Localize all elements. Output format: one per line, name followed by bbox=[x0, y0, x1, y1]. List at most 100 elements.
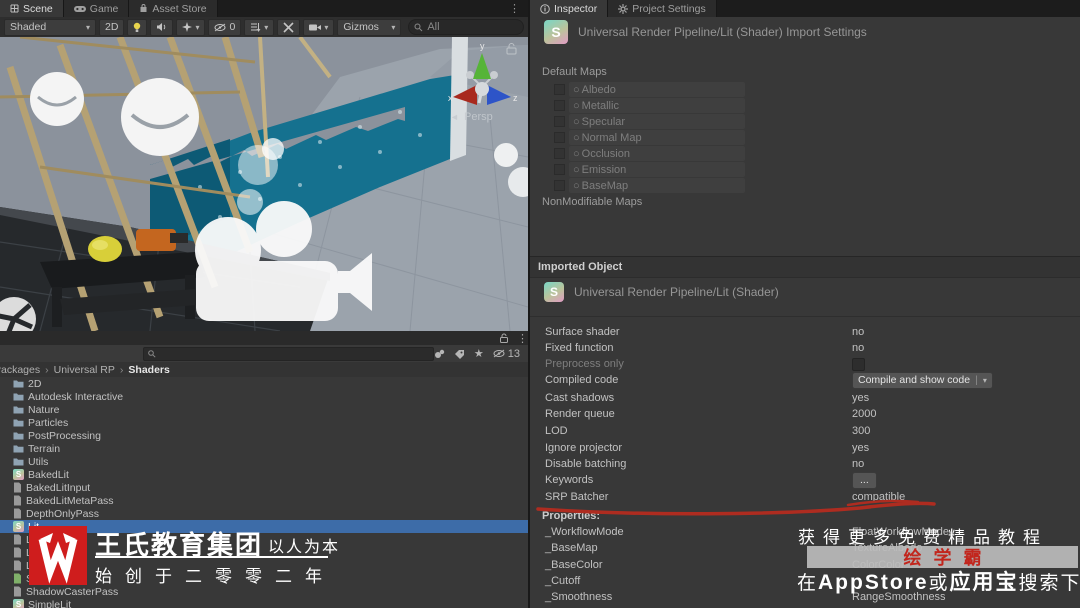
wrench-tools-icon bbox=[283, 21, 294, 33]
list-item-label: PostProcessing bbox=[28, 429, 101, 442]
checkbox[interactable] bbox=[554, 180, 565, 191]
object-picker-icon: ○ bbox=[573, 131, 580, 144]
lock-icon[interactable] bbox=[499, 333, 509, 343]
compile-and-show-code-button[interactable]: Compile and show code | ▾ bbox=[852, 371, 993, 389]
object-field[interactable]: ○ Specular bbox=[569, 114, 745, 129]
scene-panel: Scene Game Asset Store ⋮ Shaded ▾ 2D ▾ 0… bbox=[0, 0, 536, 608]
wangshi-logo bbox=[29, 526, 87, 585]
gamepad-icon bbox=[73, 5, 86, 13]
scene-visibility-button[interactable]: 0 bbox=[208, 18, 242, 36]
project-search-row: ★ 13 bbox=[0, 345, 528, 363]
list-item[interactable]: 2D bbox=[0, 377, 528, 390]
row-label: Compiled code bbox=[545, 374, 619, 387]
object-field[interactable]: ○ BaseMap bbox=[569, 178, 745, 193]
list-item[interactable]: Autodesk Interactive bbox=[0, 390, 528, 403]
list-item[interactable]: Terrain bbox=[0, 442, 528, 455]
checkbox[interactable] bbox=[554, 164, 565, 175]
scene-panel-menu-icon[interactable]: ⋮ bbox=[501, 0, 528, 17]
tab-project-settings[interactable]: Project Settings bbox=[608, 0, 717, 17]
list-item[interactable]: Nature bbox=[0, 403, 528, 416]
toggle-2d-button[interactable]: 2D bbox=[99, 18, 125, 36]
chevron-down-icon: ▾ bbox=[982, 375, 987, 385]
list-item[interactable]: Particles bbox=[0, 416, 528, 429]
info-row: Render queue 2000 bbox=[545, 406, 1065, 422]
list-item[interactable]: BakedLitInput bbox=[0, 481, 528, 494]
project-menu-icon[interactable]: ⋮ bbox=[517, 332, 528, 345]
checkbox[interactable] bbox=[554, 148, 565, 159]
hidden-objects-count: 0 bbox=[229, 21, 236, 33]
effects-dropdown[interactable]: ▾ bbox=[176, 18, 206, 36]
checkbox[interactable] bbox=[554, 84, 565, 95]
project-header-strip: ⋮ bbox=[0, 331, 536, 345]
properties-title: Properties: bbox=[542, 510, 601, 522]
object-field[interactable]: ○ Occlusion bbox=[569, 146, 745, 161]
checkbox[interactable] bbox=[554, 116, 565, 127]
tab-asset-store[interactable]: Asset Store bbox=[129, 0, 218, 17]
inspector-tabstrip: Inspector Project Settings bbox=[530, 0, 1080, 17]
list-item[interactable]: BakedLitMetaPass bbox=[0, 494, 528, 507]
info-row: Fixed function no bbox=[545, 340, 1065, 356]
scene-search-input[interactable]: All bbox=[408, 19, 524, 35]
project-search-input[interactable] bbox=[143, 346, 434, 361]
list-item[interactable]: PostProcessing bbox=[0, 429, 528, 442]
breadcrumb-mid[interactable]: Universal RP bbox=[54, 364, 115, 376]
folder-icon bbox=[13, 418, 24, 427]
info-row: Surface shader no bbox=[545, 324, 1065, 340]
hidden-count-eye-icon[interactable]: 13 bbox=[493, 348, 520, 360]
button-label: ... bbox=[860, 474, 869, 487]
list-item[interactable]: DepthOnlyPass bbox=[0, 507, 528, 520]
component-tools-button[interactable] bbox=[277, 18, 301, 36]
object-field[interactable]: ○ Emission bbox=[569, 162, 745, 177]
camera-settings-dropdown[interactable]: ▾ bbox=[303, 18, 335, 36]
preprocess-only-checkbox[interactable] bbox=[852, 357, 865, 371]
row-value: no bbox=[852, 458, 865, 471]
checkbox[interactable] bbox=[554, 100, 565, 111]
list-item[interactable]: S SimpleLit bbox=[0, 598, 528, 608]
watermark-founded-text: 始创于二零零二年 bbox=[95, 567, 335, 586]
shading-mode-dropdown[interactable]: Shaded ▾ bbox=[4, 18, 96, 36]
default-map-row: ○ Albedo bbox=[554, 82, 745, 97]
hardhat bbox=[88, 236, 122, 262]
search-by-label-tag-icon[interactable] bbox=[454, 349, 465, 359]
favorites-star-icon[interactable]: ★ bbox=[474, 347, 484, 360]
lighting-toggle-button[interactable] bbox=[127, 18, 148, 36]
watermark-motto: 以人为本 bbox=[268, 539, 341, 556]
shader-file-icon: S bbox=[13, 599, 24, 608]
breadcrumb-root[interactable]: Packages bbox=[0, 364, 40, 376]
button-label: Compile and show code bbox=[858, 374, 971, 387]
grid-snap-dropdown[interactable]: ▾ bbox=[244, 18, 275, 36]
tab-scene[interactable]: Scene bbox=[0, 0, 64, 17]
chevron-down-icon: ▾ bbox=[324, 22, 329, 32]
scene-viewport[interactable]: y x z Persp ◄ bbox=[0, 37, 528, 331]
object-field[interactable]: ○ Metallic bbox=[569, 98, 745, 113]
tab-game[interactable]: Game bbox=[63, 0, 130, 17]
list-item[interactable]: S BakedLit bbox=[0, 468, 528, 481]
download-line-suffix: 搜索下载 bbox=[1018, 573, 1080, 594]
yingyongbao-text: 应用宝 bbox=[949, 571, 1019, 594]
keywords-button[interactable]: ... bbox=[852, 471, 877, 489]
folder-icon bbox=[13, 431, 24, 440]
audio-toggle-button[interactable] bbox=[150, 18, 174, 36]
object-picker-icon: ○ bbox=[573, 147, 580, 160]
download-line-prefix: 在 bbox=[797, 573, 819, 594]
breadcrumb-leaf[interactable]: Shaders bbox=[128, 364, 169, 376]
list-item-label: Terrain bbox=[28, 442, 61, 455]
gizmos-dropdown[interactable]: Gizmos ▾ bbox=[337, 18, 402, 36]
watermark-divider-line bbox=[95, 556, 328, 558]
object-field[interactable]: ○ Albedo bbox=[569, 82, 745, 97]
lightbulb-icon bbox=[133, 22, 141, 33]
toggle-2d-label: 2D bbox=[105, 21, 119, 33]
persp-label[interactable]: Persp bbox=[464, 111, 493, 123]
scene-tabstrip: Scene Game Asset Store ⋮ bbox=[0, 0, 528, 17]
folder-icon bbox=[13, 457, 24, 466]
object-field[interactable]: ○ Normal Map bbox=[569, 130, 745, 145]
list-item[interactable]: Utils bbox=[0, 455, 528, 468]
checkbox[interactable] bbox=[554, 132, 565, 143]
search-by-type-icon[interactable] bbox=[434, 349, 445, 359]
map-label: Normal Map bbox=[581, 131, 642, 144]
default-maps-title: Default Maps bbox=[542, 66, 607, 78]
watermark-download-line: 在AppStore或应用宝搜索下载 bbox=[797, 566, 1080, 596]
chevron-down-icon: ▾ bbox=[391, 22, 396, 32]
tab-inspector[interactable]: Inspector bbox=[530, 0, 609, 17]
shader-file-icon: S bbox=[13, 521, 24, 532]
